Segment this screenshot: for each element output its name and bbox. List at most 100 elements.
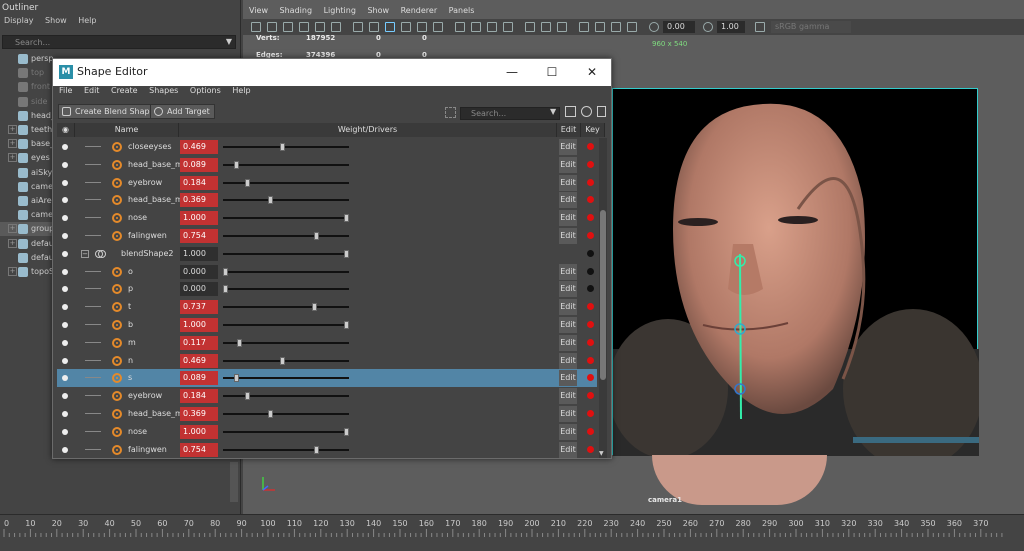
visibility-toggle[interactable] xyxy=(62,144,68,150)
viewport-menu-panels[interactable]: Panels xyxy=(449,6,475,15)
gate-mask-icon[interactable] xyxy=(595,22,605,32)
target-name[interactable]: eyebrow xyxy=(128,178,180,187)
target-row[interactable]: head_base_me0.089 Edit xyxy=(57,156,597,174)
visibility-toggle[interactable] xyxy=(62,428,68,435)
visibility-toggle[interactable] xyxy=(62,268,68,275)
weight-field[interactable]: 0.089 xyxy=(180,371,218,386)
weight-field[interactable]: 0.000 xyxy=(180,282,218,297)
weight-slider-track[interactable] xyxy=(223,288,349,291)
edit-button[interactable]: Edit xyxy=(559,441,577,458)
weight-slider-handle[interactable] xyxy=(344,249,349,258)
wireframe-icon[interactable] xyxy=(353,22,363,32)
xray-icon[interactable] xyxy=(471,22,481,32)
add-target-button[interactable]: Add Target xyxy=(150,104,215,119)
weight-slider-handle[interactable] xyxy=(344,427,349,436)
expand-icon[interactable]: + xyxy=(8,139,17,149)
target-row[interactable]: t 0.737 Edit xyxy=(57,298,597,316)
close-button[interactable]: ✕ xyxy=(577,62,607,82)
collapse-icon[interactable]: − xyxy=(81,249,89,258)
target-row[interactable]: o 0.000 Edit xyxy=(57,263,597,281)
antialiasing-icon[interactable] xyxy=(557,22,567,32)
visibility-toggle[interactable] xyxy=(62,375,68,382)
edit-button[interactable]: Edit xyxy=(559,352,577,369)
keyframe-button[interactable] xyxy=(587,160,594,168)
weight-field[interactable]: 0.184 xyxy=(180,175,218,190)
weight-slider-track[interactable] xyxy=(223,181,349,184)
xray-joints-icon[interactable] xyxy=(487,22,497,32)
edit-button[interactable]: Edit xyxy=(559,317,577,333)
weight-field[interactable]: 0.117 xyxy=(180,335,218,350)
target-name[interactable]: b xyxy=(128,320,180,329)
weight-slider-track[interactable] xyxy=(223,413,349,415)
minimize-button[interactable]: — xyxy=(497,62,527,82)
weight-slider-handle[interactable] xyxy=(279,143,285,151)
weight-field[interactable]: 1.000 xyxy=(180,318,218,332)
weight-field[interactable]: 0.000 xyxy=(180,264,218,279)
weight-slider-handle[interactable] xyxy=(344,214,349,223)
target-name[interactable]: t xyxy=(128,302,180,311)
smooth-shade-icon[interactable] xyxy=(369,22,379,32)
target-row[interactable]: head_base_me0.369 Edit xyxy=(57,405,597,423)
weight-field[interactable]: 0.754 xyxy=(180,229,218,243)
se-menu-create[interactable]: Create xyxy=(111,86,138,95)
weight-field[interactable]: 0.184 xyxy=(180,389,218,404)
outliner-search-input[interactable]: Search... ▼ xyxy=(2,35,236,49)
expand-icon[interactable]: + xyxy=(8,153,17,163)
weight-slider-handle[interactable] xyxy=(223,267,228,276)
new-folder-icon[interactable] xyxy=(565,106,576,117)
weight-field[interactable]: 0.369 xyxy=(180,193,218,208)
outliner-menu-show[interactable]: Show xyxy=(45,16,67,25)
camera-icon[interactable] xyxy=(251,22,261,32)
weight-slider-handle[interactable] xyxy=(314,445,320,454)
textured-icon[interactable] xyxy=(401,22,411,32)
shape-editor-scrollbar[interactable]: ▼ xyxy=(599,138,607,458)
visibility-toggle[interactable] xyxy=(62,322,68,328)
keyframe-button[interactable] xyxy=(587,178,594,186)
keyframe-button[interactable] xyxy=(587,356,594,364)
target-row[interactable]: p 0.000 Edit xyxy=(57,280,597,298)
weight-slider-handle[interactable] xyxy=(233,374,239,383)
visibility-toggle[interactable] xyxy=(62,250,68,257)
weight-slider-track[interactable] xyxy=(223,163,349,166)
visibility-toggle[interactable] xyxy=(62,411,68,417)
keyframe-button[interactable] xyxy=(587,249,594,257)
edit-button[interactable]: Edit xyxy=(559,228,577,244)
weight-field[interactable]: 0.469 xyxy=(180,140,218,154)
weight-field[interactable]: 1.000 xyxy=(180,424,218,439)
keyframe-button[interactable] xyxy=(587,214,594,222)
weight-slider-track[interactable] xyxy=(223,430,349,433)
scrollbar-thumb[interactable] xyxy=(600,210,606,380)
key-column-header[interactable]: Key xyxy=(581,123,605,137)
name-column-header[interactable]: Name xyxy=(75,123,179,137)
weight-slider-track[interactable] xyxy=(223,448,349,451)
weight-slider-handle[interactable] xyxy=(223,285,228,294)
viewport-menu-lighting[interactable]: Lighting xyxy=(324,6,356,15)
target-row[interactable]: b 1.000 Edit xyxy=(57,316,597,334)
weight-field[interactable]: 1.000 xyxy=(180,246,218,261)
weight-slider-handle[interactable] xyxy=(312,303,318,312)
weight-slider-handle[interactable] xyxy=(233,160,239,169)
keyframe-button[interactable] xyxy=(587,143,594,150)
edit-button[interactable]: Edit xyxy=(559,156,577,173)
chevron-down-icon[interactable]: ▼ xyxy=(226,37,232,46)
edit-button[interactable]: Edit xyxy=(559,388,577,405)
viewport-menu-shading[interactable]: Shading xyxy=(280,6,313,15)
weight-field[interactable]: 0.369 xyxy=(180,407,218,421)
lock-camera-icon[interactable] xyxy=(267,22,277,32)
edit-button[interactable]: Edit xyxy=(559,423,577,440)
resolution-gate-icon[interactable] xyxy=(579,22,589,32)
edit-column-header[interactable]: Edit xyxy=(557,123,581,137)
target-name[interactable]: m xyxy=(128,338,180,347)
chevron-down-icon[interactable]: ▼ xyxy=(550,107,556,116)
target-name[interactable]: closeeyses xyxy=(128,142,180,151)
colorspace-field[interactable]: sRGB gamma xyxy=(771,21,851,33)
visibility-toggle[interactable] xyxy=(62,339,68,346)
keyframe-button[interactable] xyxy=(587,392,594,400)
grid-icon[interactable] xyxy=(315,22,325,32)
expand-icon[interactable]: + xyxy=(8,125,17,134)
bookmark-icon[interactable] xyxy=(283,22,293,32)
visibility-toggle[interactable] xyxy=(62,215,68,222)
edit-button[interactable]: Edit xyxy=(559,281,577,298)
outliner-menu-help[interactable]: Help xyxy=(78,16,96,25)
viewport-menu-view[interactable]: View xyxy=(249,6,268,15)
